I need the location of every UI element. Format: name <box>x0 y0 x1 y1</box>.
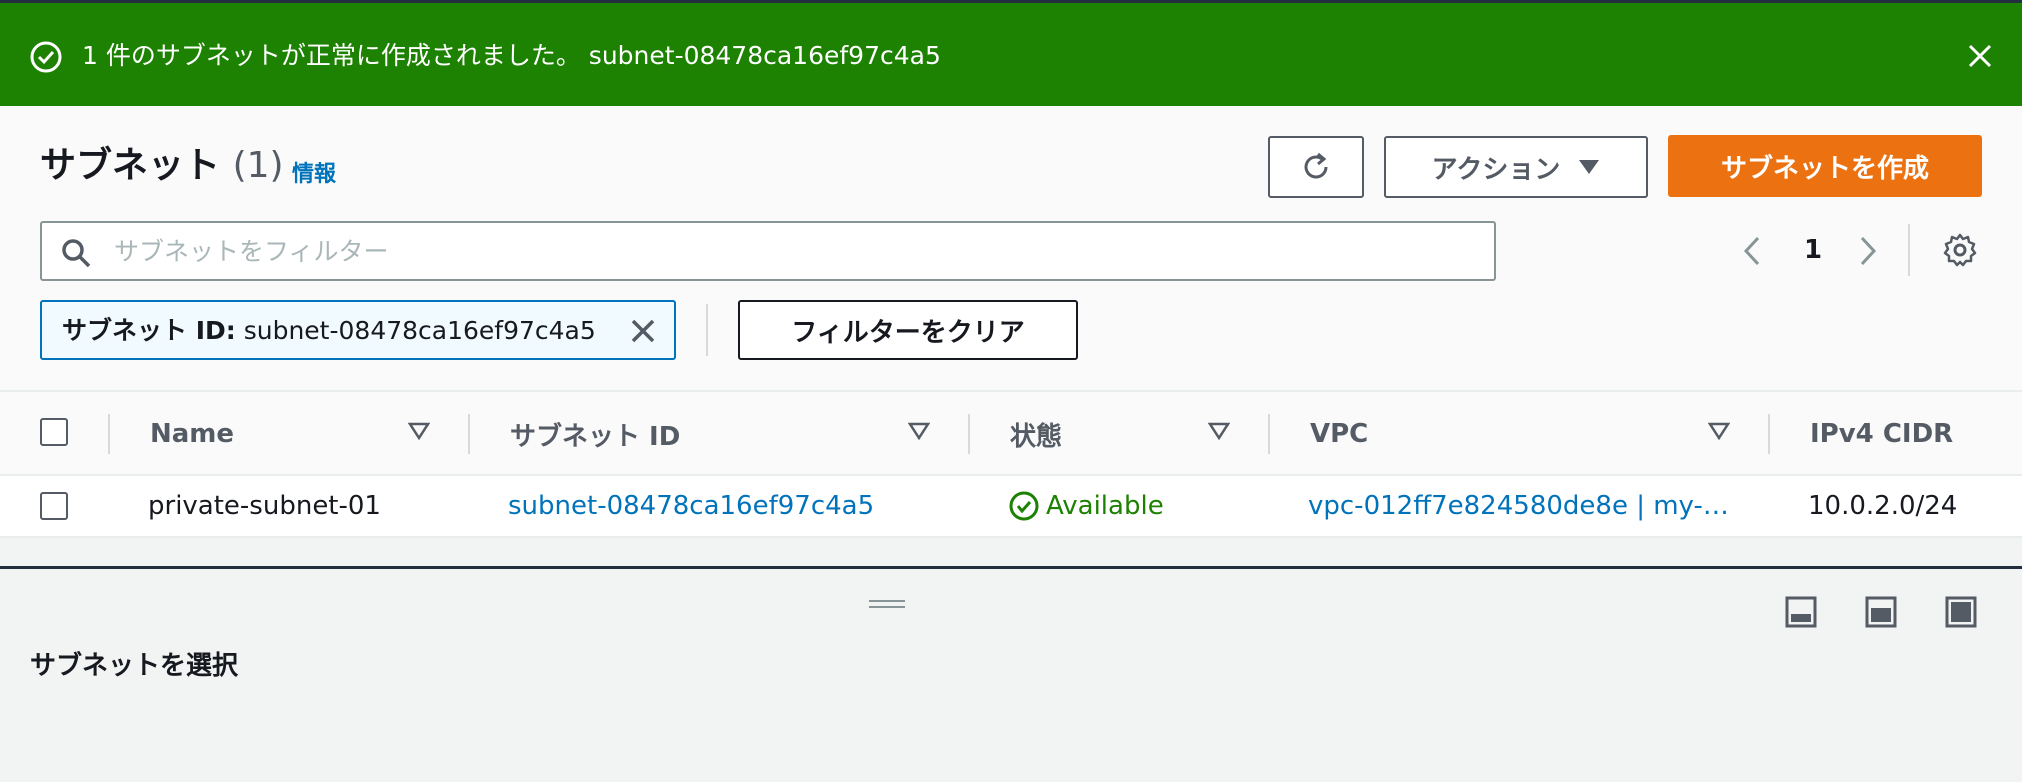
sort-icon[interactable] <box>1708 420 1730 442</box>
status-text: Available <box>1046 491 1164 521</box>
gear-icon[interactable] <box>1942 232 1978 268</box>
resize-handle-icon[interactable] <box>869 599 905 609</box>
column-divider <box>468 414 470 454</box>
column-divider <box>108 414 110 454</box>
status-badge: Available <box>1008 476 1164 536</box>
table-header: Name サブネット ID 状態 VPC IPv4 CIDR <box>0 390 2022 476</box>
chevron-left-icon[interactable] <box>1738 234 1768 268</box>
column-header-name[interactable]: Name <box>150 392 234 476</box>
filter-search-box[interactable] <box>40 221 1496 281</box>
subnet-name: private-subnet-01 <box>148 491 381 521</box>
page-title: サブネット (1) <box>40 142 284 190</box>
row-checkbox[interactable] <box>40 492 68 520</box>
chevron-right-icon[interactable] <box>1852 234 1882 268</box>
subnet-count: (1) <box>232 145 284 186</box>
filter-token-value: subnet-08478ca16ef97c4a5 <box>243 316 596 345</box>
create-subnet-button[interactable]: サブネットを作成 <box>1668 135 1982 197</box>
column-header-subnet-id[interactable]: サブネット ID <box>510 392 680 476</box>
split-panel-title: サブネットを選択 <box>30 651 239 681</box>
caret-down-icon <box>1579 160 1600 174</box>
actions-dropdown-button[interactable]: アクション <box>1384 136 1648 198</box>
info-link[interactable]: 情報 <box>292 156 336 188</box>
split-panel: サブネットを選択 <box>0 566 2022 782</box>
check-circle-icon <box>30 41 62 73</box>
remove-filter-icon[interactable] <box>626 314 660 348</box>
panel-bottom-icon[interactable] <box>1784 595 1818 629</box>
vpc-link[interactable]: vpc-012ff7e824580de8e | my-… <box>1308 476 1729 536</box>
ipv4-cidr: 10.0.2.0/24 <box>1808 491 1958 521</box>
column-divider <box>968 414 970 454</box>
table-row[interactable]: private-subnet-01 subnet-08478ca16ef97c4… <box>0 476 2022 538</box>
subnet-id-link[interactable]: subnet-08478ca16ef97c4a5 <box>508 476 874 536</box>
column-header-ipv4-cidr[interactable]: IPv4 CIDR <box>1810 392 1953 476</box>
success-flash-banner: 1 件のサブネットが正常に作成されました。 subnet-08478ca16ef… <box>0 0 2022 106</box>
sort-icon[interactable] <box>1208 420 1230 442</box>
page-title-text: サブネット <box>40 145 221 186</box>
pagination: 1 <box>1728 228 1888 274</box>
search-icon <box>62 239 91 268</box>
current-page[interactable]: 1 <box>1798 232 1828 268</box>
column-header-vpc[interactable]: VPC <box>1310 392 1368 476</box>
filter-token: サブネット ID: subnet-08478ca16ef97c4a5 <box>40 300 676 360</box>
refresh-icon <box>1304 152 1328 179</box>
column-divider <box>1268 414 1270 454</box>
column-divider <box>1768 414 1770 454</box>
actions-label: アクション <box>1431 154 1561 185</box>
filter-token-key: サブネット ID: <box>62 316 236 345</box>
panel-full-icon[interactable] <box>1944 595 1978 629</box>
filter-search-input[interactable] <box>114 231 1474 271</box>
filter-token-label: サブネット ID: subnet-08478ca16ef97c4a5 <box>62 314 596 348</box>
check-circle-icon <box>1009 491 1039 521</box>
divider <box>1908 224 1910 276</box>
clear-filters-button[interactable]: フィルターをクリア <box>738 300 1078 360</box>
close-icon[interactable] <box>1960 36 2000 76</box>
refresh-button[interactable] <box>1268 136 1364 198</box>
sort-icon[interactable] <box>908 420 930 442</box>
column-header-state[interactable]: 状態 <box>1010 392 1062 476</box>
panel-middle-icon[interactable] <box>1864 595 1898 629</box>
flash-message: 1 件のサブネットが正常に作成されました。 subnet-08478ca16ef… <box>82 41 941 70</box>
sort-icon[interactable] <box>408 420 430 442</box>
subnets-panel: サブネット (1) 情報 アクション サブネットを作成 1 <box>0 106 2022 538</box>
select-all-checkbox[interactable] <box>40 418 68 446</box>
divider <box>706 304 708 356</box>
